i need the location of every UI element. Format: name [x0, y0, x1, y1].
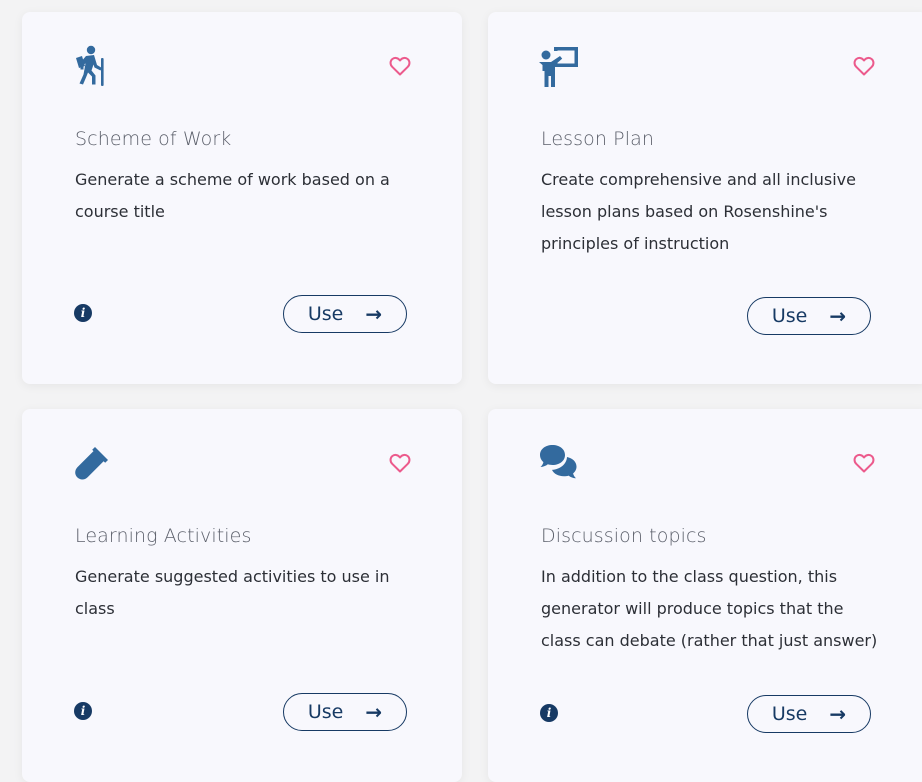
card-title: Scheme of Work	[75, 128, 232, 150]
use-button-label: Use	[771, 703, 808, 725]
arrow-right-icon: →	[365, 700, 383, 724]
card-description: Generate suggested activities to use in …	[75, 567, 390, 618]
use-button[interactable]: Use →	[283, 295, 407, 333]
tool-card-discussion-topics: Discussion topics In addition to the cla…	[488, 409, 922, 782]
info-icon[interactable]: i	[74, 702, 92, 720]
card-title: Discussion topics	[541, 525, 707, 547]
use-button[interactable]: Use →	[747, 297, 871, 335]
card-title: Lesson Plan	[541, 128, 654, 150]
card-description: Generate a scheme of work based on a cou…	[75, 170, 390, 221]
tool-card-lesson-plan: Lesson Plan Create comprehensive and all…	[488, 12, 922, 384]
favorite-heart-icon[interactable]	[852, 451, 876, 475]
arrow-right-icon: →	[829, 304, 847, 328]
use-button-label: Use	[307, 701, 344, 723]
arrow-right-icon: →	[829, 702, 847, 726]
tools-grid: Scheme of Work Generate a scheme of work…	[0, 0, 922, 782]
info-icon[interactable]: i	[540, 704, 558, 722]
info-icon[interactable]: i	[74, 304, 92, 322]
favorite-heart-icon[interactable]	[852, 54, 876, 78]
use-button-label: Use	[307, 303, 344, 325]
tool-card-scheme-of-work: Scheme of Work Generate a scheme of work…	[22, 12, 462, 384]
use-button-label: Use	[771, 305, 808, 327]
arrow-right-icon: →	[365, 302, 383, 326]
teacher-board-icon	[536, 44, 580, 88]
chat-bubbles-icon	[536, 441, 580, 485]
use-button[interactable]: Use →	[747, 695, 871, 733]
hiking-person-icon	[70, 44, 114, 88]
favorite-heart-icon[interactable]	[388, 54, 412, 78]
favorite-heart-icon[interactable]	[388, 451, 412, 475]
use-button[interactable]: Use →	[283, 693, 407, 731]
card-title: Learning Activities	[75, 525, 252, 547]
card-description: Create comprehensive and all inclusive l…	[541, 170, 856, 253]
tool-card-learning-activities: Learning Activities Generate suggested a…	[22, 409, 462, 782]
card-description: In addition to the class question, this …	[541, 567, 878, 650]
test-tube-icon	[70, 441, 114, 485]
